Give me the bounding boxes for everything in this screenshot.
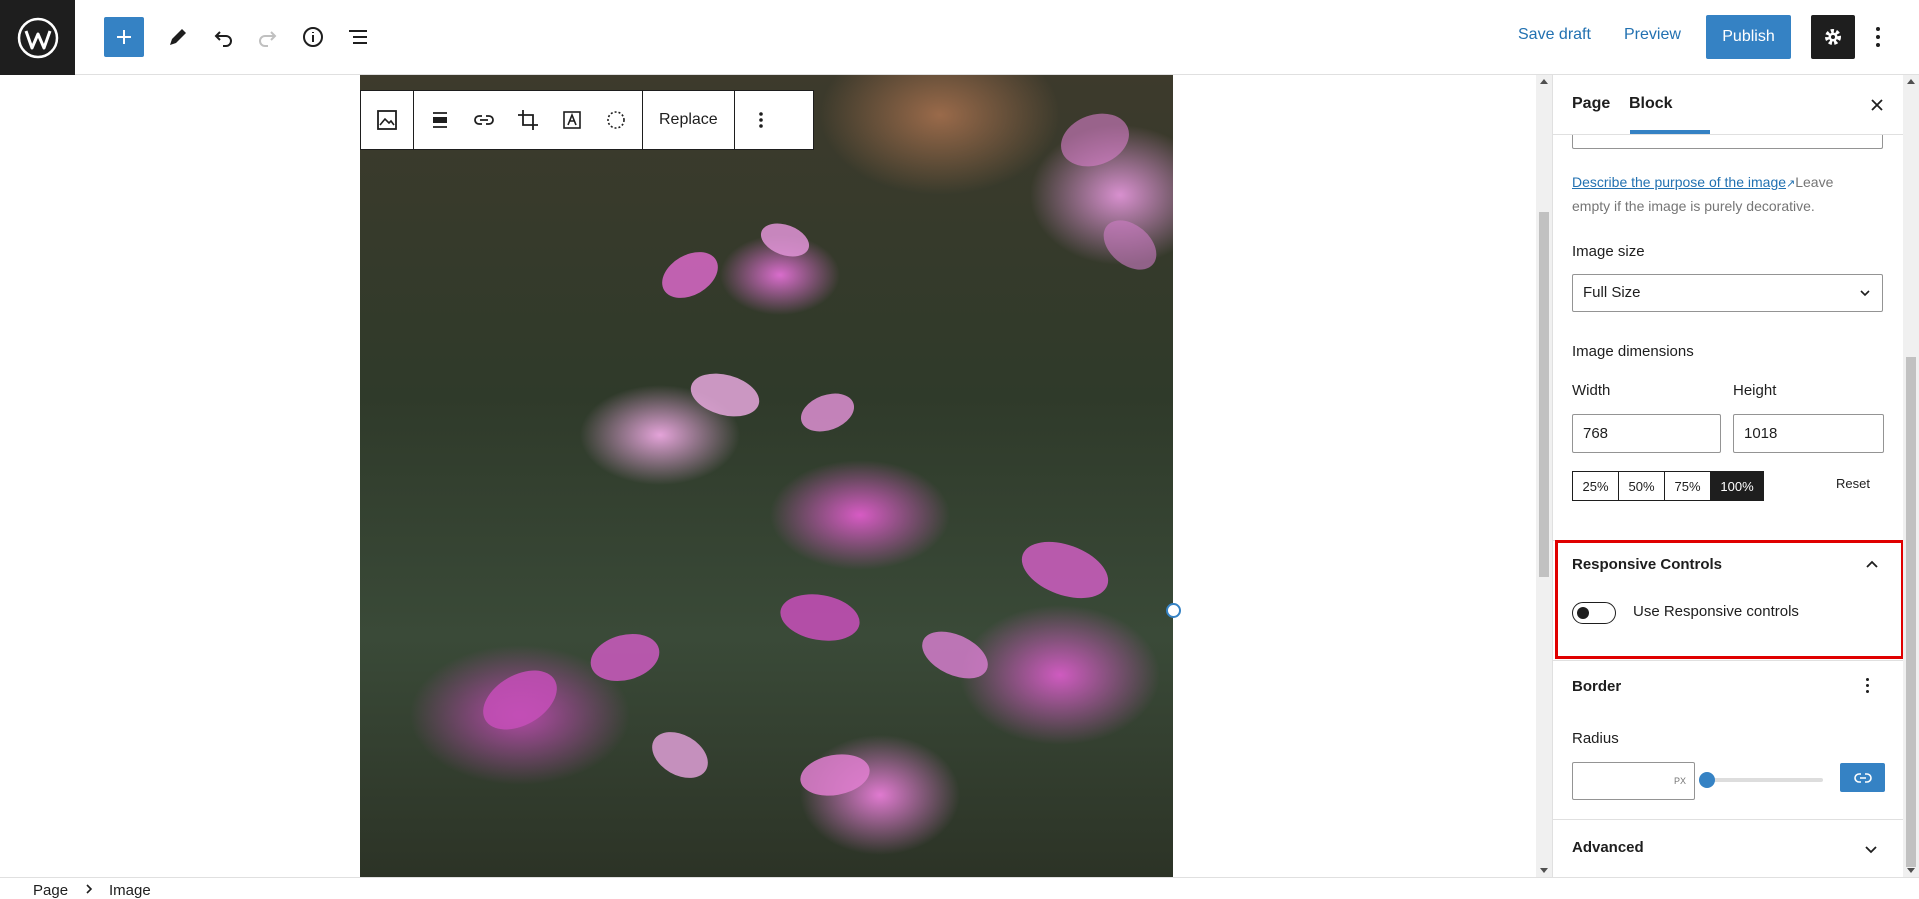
info-icon — [303, 27, 323, 47]
publish-button[interactable]: Publish — [1706, 15, 1791, 59]
details-button[interactable] — [293, 17, 333, 57]
gear-icon — [1825, 29, 1841, 45]
percent-75-button[interactable]: 75% — [1665, 472, 1711, 500]
radius-input[interactable]: PX — [1572, 762, 1695, 800]
image-dimensions-label: Image dimensions — [1572, 343, 1694, 360]
size-percent-buttons: 25% 50% 75% 100% — [1572, 471, 1764, 501]
divider — [1553, 660, 1903, 661]
canvas-scrollbar[interactable] — [1536, 75, 1552, 877]
options-menu-icon[interactable] — [1868, 22, 1888, 52]
image-size-value: Full Size — [1583, 284, 1641, 301]
link-icon — [1853, 772, 1872, 783]
add-block-button[interactable] — [104, 17, 144, 57]
list-view-icon — [349, 30, 367, 44]
image-size-label: Image size — [1572, 243, 1645, 260]
radius-slider-track[interactable] — [1705, 778, 1823, 782]
block-breadcrumb: Page Image — [0, 877, 1919, 899]
wordpress-icon — [17, 17, 58, 58]
replace-button[interactable]: Replace — [649, 111, 728, 129]
wordpress-logo[interactable] — [0, 0, 75, 75]
link-radius-button[interactable] — [1840, 763, 1885, 792]
external-link-icon: ↗ — [1786, 178, 1796, 190]
advanced-title[interactable]: Advanced — [1572, 839, 1644, 856]
chevron-right-icon — [86, 884, 93, 894]
active-tab-indicator — [1630, 130, 1710, 134]
editor-header: Save draft Preview Publish — [0, 0, 1919, 75]
breadcrumb-page[interactable]: Page — [33, 882, 68, 899]
sidebar-tabs: Page Block — [1553, 75, 1903, 135]
width-label: Width — [1572, 382, 1611, 399]
close-icon — [1871, 99, 1883, 111]
undo-icon — [214, 31, 232, 47]
percent-25-button[interactable]: 25% — [1573, 472, 1619, 500]
width-input[interactable]: 768 — [1572, 414, 1721, 453]
chevron-down-icon[interactable] — [1863, 841, 1879, 857]
tools-button[interactable] — [158, 17, 198, 57]
chevron-up-icon[interactable] — [1864, 557, 1880, 573]
undo-button[interactable] — [203, 17, 243, 57]
border-options-icon[interactable] — [1866, 678, 1869, 693]
height-input[interactable]: 1018 — [1733, 414, 1884, 453]
settings-button[interactable] — [1811, 15, 1855, 59]
percent-50-button[interactable]: 50% — [1619, 472, 1665, 500]
redo-icon — [259, 31, 277, 47]
align-icon[interactable] — [420, 100, 460, 140]
tab-page[interactable]: Page — [1572, 95, 1610, 113]
breadcrumb-image[interactable]: Image — [109, 882, 151, 899]
reset-button[interactable]: Reset — [1836, 476, 1870, 491]
radius-unit: PX — [1673, 776, 1686, 786]
pencil-icon — [170, 29, 186, 45]
resize-handle[interactable] — [1166, 603, 1181, 618]
height-label: Height — [1733, 382, 1777, 399]
border-title: Border — [1572, 678, 1622, 695]
describe-purpose-link[interactable]: Describe the purpose of the image — [1572, 174, 1786, 190]
chevron-down-icon — [1860, 290, 1870, 297]
crop-icon[interactable] — [508, 100, 548, 140]
responsive-toggle[interactable] — [1572, 602, 1616, 624]
save-draft-button[interactable]: Save draft — [1518, 26, 1591, 44]
preview-button[interactable]: Preview — [1624, 26, 1681, 44]
settings-sidebar: Describe the purpose of the image↗Leave … — [1552, 75, 1903, 877]
editor-canvas: Replace — [0, 75, 1536, 877]
duotone-icon[interactable] — [596, 100, 636, 140]
tab-block[interactable]: Block — [1629, 95, 1673, 113]
radius-label: Radius — [1572, 730, 1619, 747]
image-size-select[interactable]: Full Size — [1572, 274, 1883, 312]
image-block-type-icon[interactable] — [367, 100, 407, 140]
redo-button[interactable] — [248, 17, 288, 57]
more-options-icon[interactable] — [741, 100, 781, 140]
image-block[interactable] — [360, 75, 1173, 877]
list-view-button[interactable] — [338, 17, 378, 57]
alt-text-help: Describe the purpose of the image↗Leave … — [1572, 171, 1872, 217]
divider — [1553, 819, 1903, 820]
plus-icon — [117, 30, 131, 44]
percent-100-button[interactable]: 100% — [1711, 472, 1763, 500]
close-sidebar-button[interactable] — [1865, 93, 1889, 117]
responsive-toggle-label: Use Responsive controls — [1633, 603, 1799, 620]
alt-text-field[interactable] — [1572, 135, 1883, 149]
link-icon[interactable] — [464, 100, 504, 140]
text-overlay-icon[interactable] — [552, 100, 592, 140]
responsive-controls-title[interactable]: Responsive Controls — [1572, 556, 1722, 573]
sidebar-scrollbar[interactable] — [1903, 75, 1919, 877]
radius-slider-handle[interactable] — [1699, 772, 1715, 788]
block-toolbar: Replace — [360, 90, 814, 150]
